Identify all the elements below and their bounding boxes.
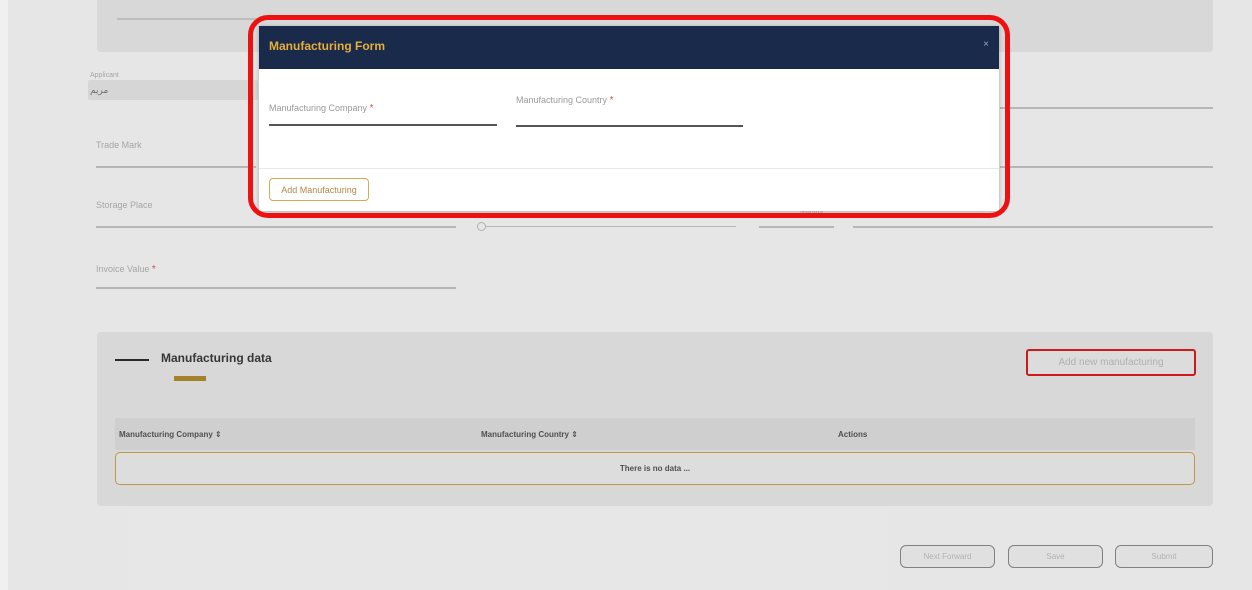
- country-field-label: Manufacturing Country *: [516, 95, 614, 106]
- add-manufacturing-button[interactable]: Add Manufacturing: [269, 178, 369, 201]
- modal-header: Manufacturing Form ×: [259, 26, 999, 69]
- manufacturing-country-input[interactable]: [516, 125, 743, 127]
- manufacturing-company-input[interactable]: [269, 124, 497, 126]
- manufacturing-form-modal: Manufacturing Form × Manufacturing Compa…: [259, 26, 999, 211]
- modal-title: Manufacturing Form: [269, 39, 385, 53]
- company-field-label: Manufacturing Company *: [269, 103, 374, 114]
- close-icon[interactable]: ×: [983, 39, 989, 50]
- modal-footer-divider: [259, 168, 999, 169]
